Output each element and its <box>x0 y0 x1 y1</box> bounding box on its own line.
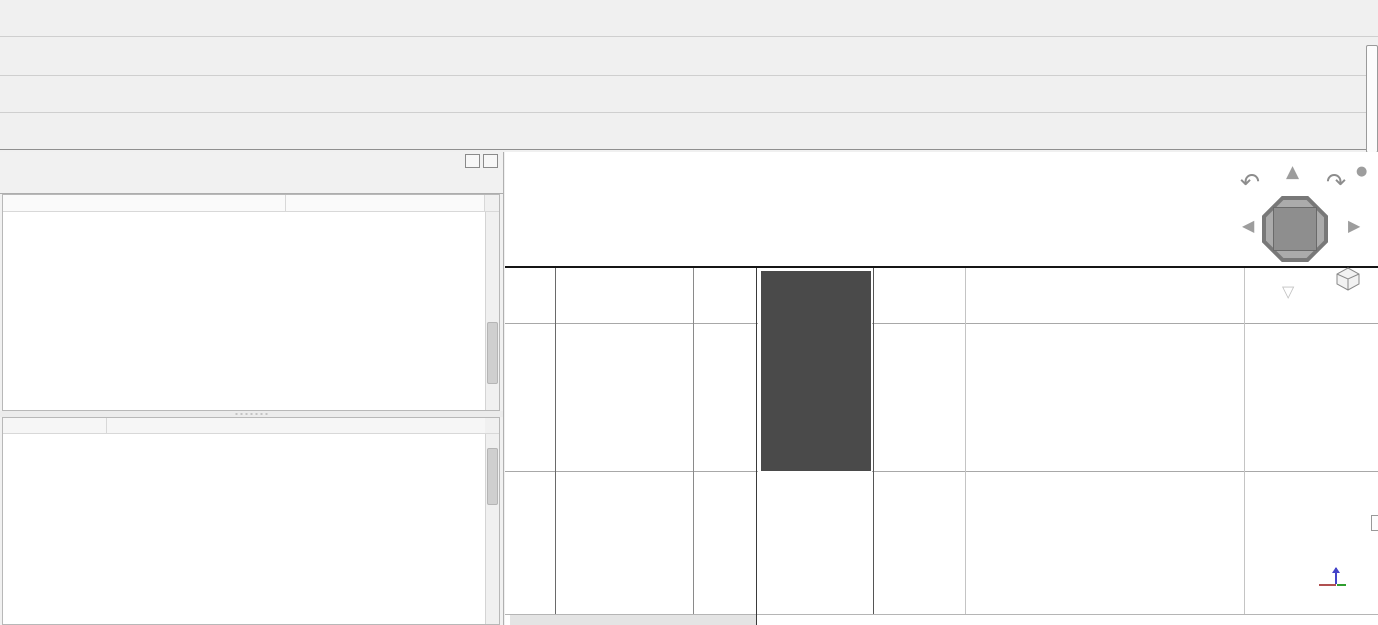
scroll-down-icon[interactable] <box>486 612 499 624</box>
cube-z-edge <box>1332 210 1335 262</box>
x-axis-line <box>505 606 1378 608</box>
nav-orbit-dot-icon[interactable]: ● <box>1356 164 1367 179</box>
property-column-header[interactable] <box>3 418 107 434</box>
right-edge-tab[interactable] <box>1371 515 1378 531</box>
toolbar-row-3 <box>0 76 1378 113</box>
nav-left-arrow-icon[interactable]: ◀ <box>1242 216 1254 235</box>
tree-header-description[interactable] <box>286 195 485 212</box>
grid-line-horizontal <box>505 323 1378 324</box>
nav-cube-face-label[interactable] <box>1273 207 1317 251</box>
property-scrollbar[interactable] <box>485 434 499 624</box>
3d-viewport[interactable]: ↶ ▲ ↷ ● ◀ ▶ ▽ <box>505 152 1378 625</box>
scroll-up-icon[interactable] <box>485 195 499 212</box>
rotate-right-arrow-icon[interactable]: ↷ <box>1326 168 1346 196</box>
combo-view-tabs <box>0 169 503 194</box>
selection-node[interactable] <box>755 265 760 270</box>
selection-node[interactable] <box>870 265 875 270</box>
nav-down-arrow-icon[interactable]: ▽ <box>1282 282 1294 301</box>
toolbar-row-1 <box>0 0 1378 37</box>
property-editor <box>2 417 500 625</box>
selection-node[interactable] <box>755 470 760 475</box>
window-grid <box>761 271 871 471</box>
rotate-left-arrow-icon[interactable]: ↶ <box>1240 168 1260 196</box>
toolbar-row-4 <box>0 113 1378 150</box>
tree-header <box>3 195 499 212</box>
nav-up-arrow-icon[interactable]: ▲ <box>1286 162 1299 182</box>
freecad-window: ↶ ▲ ↷ ● ◀ ▶ ▽ <box>0 0 1378 625</box>
combo-view-panel <box>0 152 504 625</box>
tree-body <box>3 212 485 410</box>
toolbar-row-2 <box>0 37 1378 76</box>
model-edge-vertical <box>756 268 757 625</box>
grid-line-horizontal <box>505 614 1378 615</box>
navigation-cube[interactable] <box>1262 196 1328 262</box>
selected-rectangle031[interactable] <box>758 268 872 472</box>
axis-indicator <box>1311 558 1359 604</box>
scroll-down-icon[interactable] <box>486 398 499 410</box>
float-panel-icon[interactable] <box>465 154 480 168</box>
mini-cube-icon[interactable] <box>1334 266 1362 292</box>
value-column-header[interactable] <box>107 418 485 434</box>
model-face-edge <box>510 614 757 625</box>
model-tree <box>2 194 500 411</box>
grid-line-vertical <box>1244 268 1245 614</box>
selection-node[interactable] <box>870 470 875 475</box>
navigation-cluster: ↶ ▲ ↷ ● ◀ ▶ ▽ <box>1240 160 1372 312</box>
tree-scrollbar[interactable] <box>485 212 499 410</box>
model-face-side[interactable] <box>510 268 757 614</box>
scrollbar-thumb[interactable] <box>487 448 498 505</box>
cube-x-edge <box>1278 264 1332 267</box>
grid-line-vertical <box>965 268 966 614</box>
scroll-up-icon[interactable] <box>486 434 499 446</box>
collapsed-panel-strip[interactable] <box>1366 45 1378 153</box>
close-panel-icon[interactable] <box>483 154 498 168</box>
scroll-up-icon[interactable] <box>486 212 499 224</box>
property-header <box>3 418 499 434</box>
grid-line-vertical <box>555 268 556 614</box>
panel-title-bar[interactable] <box>0 152 503 169</box>
tree-header-labels[interactable] <box>3 195 286 212</box>
z-axis-line <box>1102 152 1104 617</box>
grid-line-horizontal <box>505 471 1378 472</box>
grid-line-vertical <box>693 268 694 614</box>
scrollbar-thumb[interactable] <box>487 322 498 384</box>
model-edge-vertical <box>873 268 874 614</box>
nav-right-arrow-icon[interactable]: ▶ <box>1348 216 1360 235</box>
